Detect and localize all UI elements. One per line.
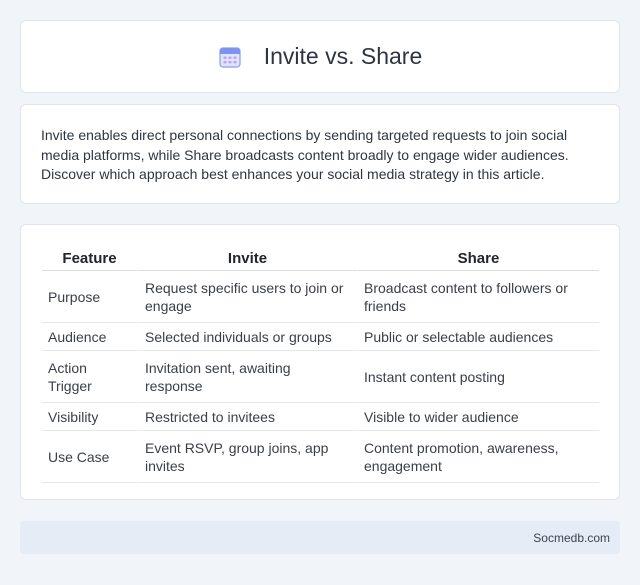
comparison-table: Feature Invite Share Purpose Request spe…: [42, 246, 599, 483]
row-share: Broadcast content to followers or friend…: [356, 271, 599, 323]
intro-card: Invite enables direct personal connectio…: [20, 104, 620, 204]
row-invite: Invitation sent, awaiting response: [137, 351, 356, 403]
row-invite: Request specific users to join or engage: [137, 271, 356, 323]
table-row: Use Case Event RSVP, group joins, app in…: [42, 431, 599, 483]
row-invite: Event RSVP, group joins, app invites: [137, 431, 356, 483]
table-row: Visibility Restricted to invitees Visibl…: [42, 403, 599, 431]
row-feature: Action Trigger: [42, 351, 137, 403]
row-feature: Use Case: [42, 431, 137, 483]
header-feature: Feature: [42, 246, 137, 271]
intro-paragraph: Invite enables direct personal connectio…: [41, 127, 569, 182]
table-header-row: Feature Invite Share: [42, 246, 599, 271]
row-share: Visible to wider audience: [356, 403, 599, 431]
row-feature: Purpose: [42, 271, 137, 323]
row-invite: Selected individuals or groups: [137, 323, 356, 351]
header-invite: Invite: [137, 246, 356, 271]
row-feature: Audience: [42, 323, 137, 351]
table-row: Action Trigger Invitation sent, awaiting…: [42, 351, 599, 403]
table-row: Audience Selected individuals or groups …: [42, 323, 599, 351]
row-share: Content promotion, awareness, engagement: [356, 431, 599, 483]
row-feature: Visibility: [42, 403, 137, 431]
row-share: Instant content posting: [356, 351, 599, 403]
calendar-icon: [219, 46, 241, 68]
comparison-table-card: Feature Invite Share Purpose Request spe…: [20, 224, 620, 500]
row-share: Public or selectable audiences: [356, 323, 599, 351]
table-row: Purpose Request specific users to join o…: [42, 271, 599, 323]
title-card: Invite vs. Share: [20, 20, 620, 93]
footer-site-link[interactable]: Socmedb.com: [533, 531, 610, 545]
header-share: Share: [356, 246, 599, 271]
page-title: Invite vs. Share: [263, 43, 423, 69]
footer: Socmedb.com: [20, 521, 620, 554]
row-invite: Restricted to invitees: [137, 403, 356, 431]
